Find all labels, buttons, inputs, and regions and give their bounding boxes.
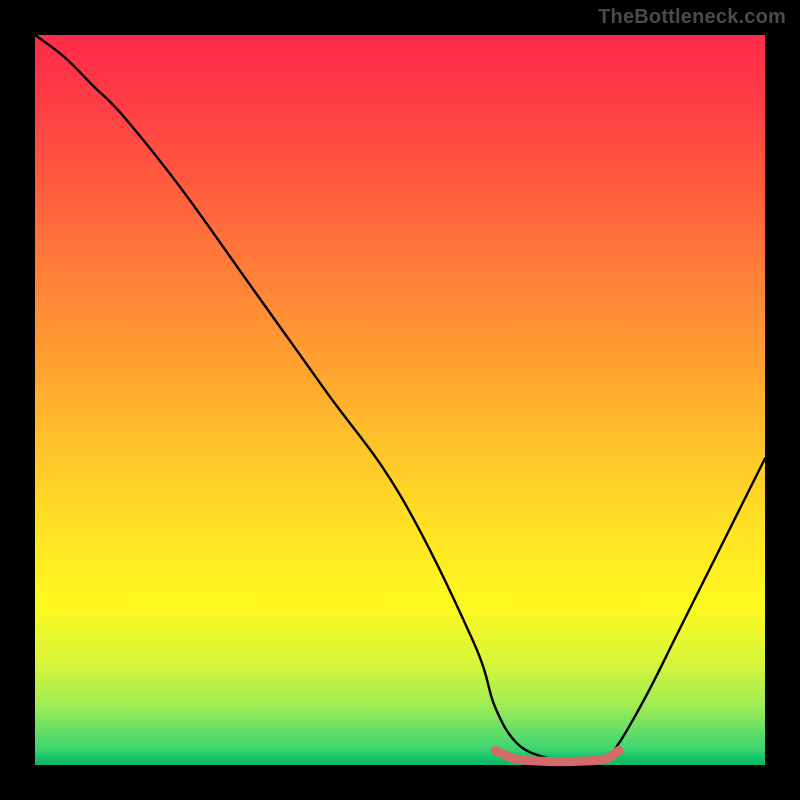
chart-stage: TheBottleneck.com (0, 0, 800, 800)
bottleneck-curve-path (35, 35, 765, 761)
highlight-segment-path (495, 750, 619, 761)
curve-svg (35, 35, 765, 765)
plot-area (35, 35, 765, 765)
watermark-text: TheBottleneck.com (598, 6, 786, 29)
